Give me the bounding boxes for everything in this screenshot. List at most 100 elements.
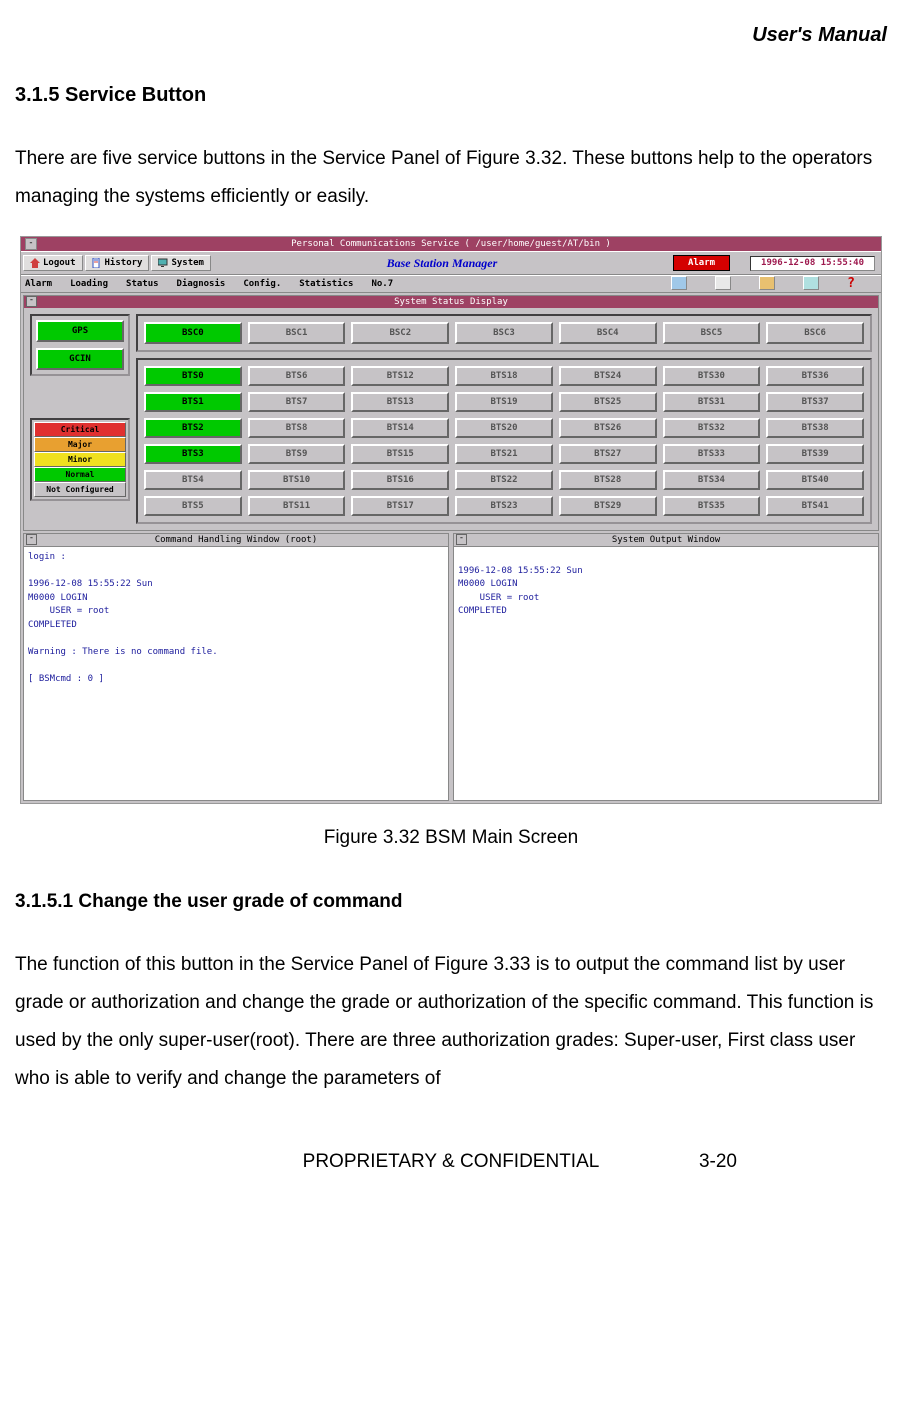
command-window-titlebar: - Command Handling Window (root) — [24, 534, 448, 547]
menu-status[interactable]: Status — [126, 276, 159, 292]
bts-button-bts20[interactable]: BTS20 — [455, 418, 553, 438]
bsc-button-bsc2[interactable]: BSC2 — [351, 322, 449, 344]
section-heading: 3.1.5 Service Button — [15, 80, 887, 110]
bts-button-bts39[interactable]: BTS39 — [766, 444, 864, 464]
bts-button-bts38[interactable]: BTS38 — [766, 418, 864, 438]
legend-major: Major — [34, 437, 126, 452]
command-window-output[interactable]: login : 1996-12-08 15:55:22 Sun M0000 LO… — [24, 547, 448, 800]
toolbar: Logout History System Base Station Manag… — [21, 251, 881, 275]
bts-button-bts36[interactable]: BTS36 — [766, 366, 864, 386]
document-icon — [92, 258, 102, 268]
bts-button-bts17[interactable]: BTS17 — [351, 496, 449, 516]
bts-button-bts2[interactable]: BTS2 — [144, 418, 242, 438]
bts-button-bts13[interactable]: BTS13 — [351, 392, 449, 412]
document-header: User's Manual — [15, 20, 887, 50]
menu-statistics[interactable]: Statistics — [299, 276, 353, 292]
service-icon-2[interactable] — [715, 276, 731, 290]
gcin-button[interactable]: GCIN — [36, 348, 124, 370]
paragraph-1: There are five service buttons in the Se… — [15, 140, 887, 216]
home-icon — [30, 258, 40, 268]
output-window-output: 1996-12-08 15:55:22 Sun M0000 LOGIN USER… — [454, 547, 878, 800]
bts-button-bts12[interactable]: BTS12 — [351, 366, 449, 386]
bsc-button-bsc6[interactable]: BSC6 — [766, 322, 864, 344]
bts-button-bts11[interactable]: BTS11 — [248, 496, 346, 516]
footer-confidential: PROPRIETARY & CONFIDENTIAL — [303, 1151, 600, 1172]
legend-not-configured: Not Configured — [34, 482, 126, 497]
bts-button-bts22[interactable]: BTS22 — [455, 470, 553, 490]
bts-button-bts25[interactable]: BTS25 — [559, 392, 657, 412]
window-title-text: Personal Communications Service ( /user/… — [291, 239, 611, 249]
bts-button-bts16[interactable]: BTS16 — [351, 470, 449, 490]
bts-button-bts14[interactable]: BTS14 — [351, 418, 449, 438]
status-display-titlebar: - System Status Display — [24, 296, 878, 308]
bsc-button-bsc0[interactable]: BSC0 — [144, 322, 242, 344]
bts-button-bts29[interactable]: BTS29 — [559, 496, 657, 516]
bsm-screenshot: - Personal Communications Service ( /use… — [20, 236, 882, 804]
bts-button-bts35[interactable]: BTS35 — [663, 496, 761, 516]
bts-button-bts15[interactable]: BTS15 — [351, 444, 449, 464]
command-window: - Command Handling Window (root) login :… — [23, 533, 449, 801]
page-footer: PROPRIETARY & CONFIDENTIAL 3-20 — [15, 1148, 887, 1177]
help-icon[interactable]: ? — [847, 276, 855, 292]
output-window-titlebar: - System Output Window — [454, 534, 878, 547]
bts-button-bts6[interactable]: BTS6 — [248, 366, 346, 386]
alarm-button[interactable]: Alarm — [673, 255, 730, 271]
history-button[interactable]: History — [85, 255, 150, 271]
bts-button-bts19[interactable]: BTS19 — [455, 392, 553, 412]
bts-button-bts5[interactable]: BTS5 — [144, 496, 242, 516]
legend-minor: Minor — [34, 452, 126, 467]
menu-diagnosis[interactable]: Diagnosis — [177, 276, 226, 292]
system-button[interactable]: System — [151, 255, 211, 271]
footer-page-number: 3-20 — [699, 1148, 737, 1177]
timestamp: 1996-12-08 15:55:40 — [750, 256, 875, 271]
bts-button-bts28[interactable]: BTS28 — [559, 470, 657, 490]
status-menu-icon[interactable]: - — [26, 296, 37, 307]
bts-button-bts32[interactable]: BTS32 — [663, 418, 761, 438]
bts-button-bts31[interactable]: BTS31 — [663, 392, 761, 412]
bts-button-bts9[interactable]: BTS9 — [248, 444, 346, 464]
bts-button-bts23[interactable]: BTS23 — [455, 496, 553, 516]
bts-button-bts26[interactable]: BTS26 — [559, 418, 657, 438]
legend-normal: Normal — [34, 467, 126, 482]
bts-button-bts8[interactable]: BTS8 — [248, 418, 346, 438]
bts-button-bts41[interactable]: BTS41 — [766, 496, 864, 516]
service-icon-4[interactable] — [803, 276, 819, 290]
bts-button-bts10[interactable]: BTS10 — [248, 470, 346, 490]
bts-button-bts34[interactable]: BTS34 — [663, 470, 761, 490]
monitor-icon — [158, 258, 168, 268]
command-menu-icon[interactable]: - — [26, 534, 37, 545]
bts-button-bts0[interactable]: BTS0 — [144, 366, 242, 386]
app-title: Base Station Manager — [211, 254, 673, 272]
menu-alarm[interactable]: Alarm — [25, 276, 52, 292]
service-icon-3[interactable] — [759, 276, 775, 290]
menu-loading[interactable]: Loading — [70, 276, 108, 292]
bts-button-bts18[interactable]: BTS18 — [455, 366, 553, 386]
bts-button-bts33[interactable]: BTS33 — [663, 444, 761, 464]
output-menu-icon[interactable]: - — [456, 534, 467, 545]
bts-button-bts37[interactable]: BTS37 — [766, 392, 864, 412]
menubar: Alarm Loading Status Diagnosis Config. S… — [21, 275, 881, 293]
bts-button-bts4[interactable]: BTS4 — [144, 470, 242, 490]
figure-caption: Figure 3.32 BSM Main Screen — [15, 824, 887, 853]
bts-button-bts24[interactable]: BTS24 — [559, 366, 657, 386]
gps-button[interactable]: GPS — [36, 320, 124, 342]
bts-button-bts7[interactable]: BTS7 — [248, 392, 346, 412]
output-window: - System Output Window 1996-12-08 15:55:… — [453, 533, 879, 801]
menu-no7[interactable]: No.7 — [371, 276, 393, 292]
bts-button-bts30[interactable]: BTS30 — [663, 366, 761, 386]
subsection-heading: 3.1.5.1 Change the user grade of command — [15, 888, 887, 917]
logout-button[interactable]: Logout — [23, 255, 83, 271]
bsc-button-bsc3[interactable]: BSC3 — [455, 322, 553, 344]
bsc-button-bsc4[interactable]: BSC4 — [559, 322, 657, 344]
bsc-button-bsc1[interactable]: BSC1 — [248, 322, 346, 344]
bts-button-bts27[interactable]: BTS27 — [559, 444, 657, 464]
bts-button-bts1[interactable]: BTS1 — [144, 392, 242, 412]
bts-button-bts3[interactable]: BTS3 — [144, 444, 242, 464]
bts-button-bts21[interactable]: BTS21 — [455, 444, 553, 464]
bsc-button-bsc5[interactable]: BSC5 — [663, 322, 761, 344]
window-menu-icon[interactable]: - — [25, 238, 37, 250]
service-icon-1[interactable] — [671, 276, 687, 290]
paragraph-2: The function of this button in the Servi… — [15, 946, 887, 1098]
menu-config[interactable]: Config. — [243, 276, 281, 292]
bts-button-bts40[interactable]: BTS40 — [766, 470, 864, 490]
